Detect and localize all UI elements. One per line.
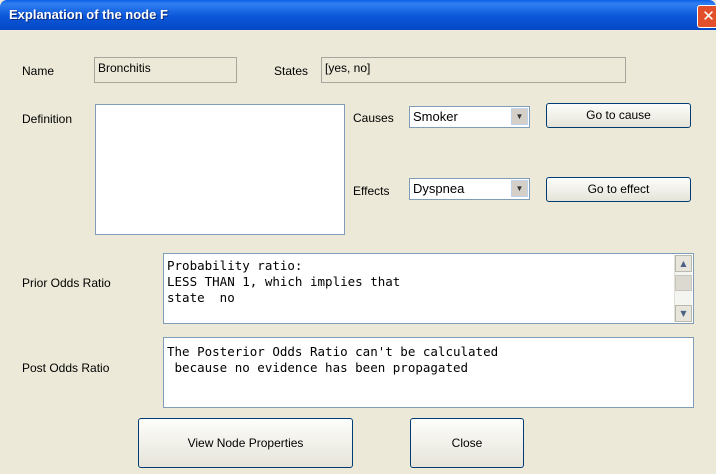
causes-select[interactable]: Smoker ▼ xyxy=(409,106,530,128)
prior-odds-textarea[interactable]: Probability ratio: LESS THAN 1, which im… xyxy=(163,253,694,324)
go-to-cause-button[interactable]: Go to cause xyxy=(546,103,691,128)
post-odds-text: The Posterior Odds Ratio can't be calcul… xyxy=(167,344,499,375)
prior-odds-label: Prior Odds Ratio xyxy=(22,276,111,290)
causes-selected: Smoker xyxy=(413,109,458,124)
window-title: Explanation of the node F xyxy=(9,7,168,22)
name-field: Bronchitis xyxy=(94,57,237,83)
states-field: [yes, no] xyxy=(321,57,626,83)
chevron-down-icon[interactable]: ▼ xyxy=(511,108,528,125)
post-odds-textarea[interactable]: The Posterior Odds Ratio can't be calcul… xyxy=(163,337,694,408)
effects-select[interactable]: Dyspnea ▼ xyxy=(409,178,530,200)
close-button[interactable]: Close xyxy=(410,418,524,468)
chevron-down-icon[interactable]: ▼ xyxy=(511,180,528,197)
go-to-effect-button[interactable]: Go to effect xyxy=(546,177,691,202)
scrollbar[interactable]: ▲ ▼ xyxy=(674,255,692,322)
states-label: States xyxy=(274,64,309,78)
definition-textarea[interactable] xyxy=(95,104,345,235)
prior-odds-text: Probability ratio: LESS THAN 1, which im… xyxy=(167,258,401,305)
causes-label: Causes xyxy=(353,111,394,125)
effects-label: Effects xyxy=(353,184,390,198)
view-node-properties-button[interactable]: View Node Properties xyxy=(138,418,353,468)
scroll-up-icon[interactable]: ▲ xyxy=(675,255,692,272)
effects-selected: Dyspnea xyxy=(413,181,465,196)
title-bar[interactable]: Explanation of the node F ✕ xyxy=(0,0,716,30)
scroll-thumb[interactable] xyxy=(675,275,692,291)
scroll-down-icon[interactable]: ▼ xyxy=(675,305,692,322)
name-label: Name xyxy=(22,64,55,78)
close-icon[interactable]: ✕ xyxy=(697,5,716,28)
post-odds-label: Post Odds Ratio xyxy=(22,361,110,375)
definition-label: Definition xyxy=(22,112,73,126)
